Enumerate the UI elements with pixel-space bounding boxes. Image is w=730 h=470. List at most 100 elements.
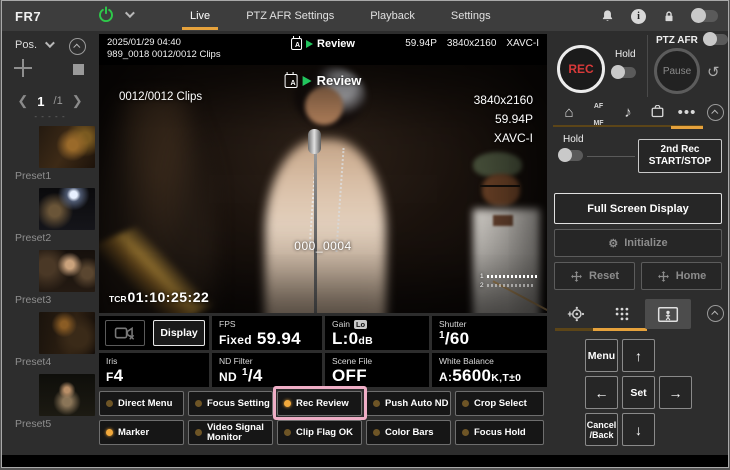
scene-file-setting[interactable]: Scene File OFF	[325, 353, 429, 387]
marker-button[interactable]: Marker	[99, 420, 184, 445]
full-screen-display-button[interactable]: Full Screen Display	[554, 193, 722, 224]
status-dot	[373, 400, 380, 407]
preset4-thumbnail[interactable]	[39, 312, 95, 354]
home-tab-icon[interactable]: ⌂	[557, 104, 581, 121]
left-arrow-icon: ←	[595, 385, 609, 401]
status-dot	[195, 429, 202, 436]
focus-hold-button[interactable]: Focus Hold	[455, 420, 544, 445]
down-arrow-icon: ↓	[635, 422, 642, 438]
up-arrow-button[interactable]: ↑	[622, 339, 655, 372]
audio-ch2-bar	[487, 284, 533, 287]
tab-ptz-afr-settings[interactable]: PTZ AFR Settings	[228, 1, 352, 31]
pager-next-icon[interactable]: ❯	[72, 93, 83, 109]
audio-level-meter: 1 2	[480, 273, 537, 291]
device-title: FR7	[15, 9, 41, 24]
power-icon[interactable]	[97, 5, 115, 23]
pause-button[interactable]: Pause	[654, 48, 700, 94]
focus-setting-button[interactable]: Focus Setting	[188, 391, 273, 416]
preset3-thumbnail[interactable]	[39, 250, 95, 292]
menu-button[interactable]: Menu	[585, 339, 618, 372]
power-menu-chevron-icon[interactable]	[125, 8, 135, 18]
af-mf-tab-icon[interactable]: AFMF	[587, 95, 611, 129]
preset2-thumbnail[interactable]	[39, 188, 95, 230]
position-dropdown-label: Pos.	[15, 39, 37, 51]
sidebar-collapse-icon[interactable]	[69, 38, 86, 55]
gain-setting[interactable]: GainLo L:0dB	[325, 316, 429, 350]
nd-filter-setting[interactable]: ND Filter ND 1/4	[212, 353, 322, 387]
overlay-resolution: 3840x2160	[474, 91, 533, 110]
notification-bell-icon[interactable]	[600, 8, 615, 24]
status-dot	[284, 429, 291, 436]
framing-mode-icon[interactable]	[645, 299, 691, 329]
cancel-back-button[interactable]: Cancel/Back	[585, 413, 618, 446]
lock-toggle[interactable]	[692, 10, 718, 22]
delete-preset-icon[interactable]	[73, 64, 84, 75]
fps-setting[interactable]: FPS Fixed 59.94	[212, 316, 322, 350]
down-arrow-button[interactable]: ↓	[622, 413, 655, 446]
ptz-afr-label: PTZ AFR	[656, 35, 698, 46]
initialize-button[interactable]: ⚙ Initialize	[554, 229, 722, 257]
tab-playback[interactable]: Playback	[352, 1, 433, 31]
status-dot	[284, 400, 291, 407]
lock-icon[interactable]	[662, 9, 676, 24]
gain-lo-badge: Lo	[354, 320, 367, 329]
dpad-collapse-icon[interactable]	[707, 305, 724, 322]
play-icon	[303, 76, 312, 86]
status-dot	[106, 400, 113, 407]
media-tab-icon[interactable]	[646, 105, 670, 119]
video-signal-monitor-button[interactable]: Video Signal Monitor	[188, 420, 273, 445]
iris-setting[interactable]: Iris F4	[99, 353, 209, 387]
color-bars-button[interactable]: Color Bars	[366, 420, 451, 445]
overlay-review-label: Review	[317, 73, 362, 88]
crop-select-button[interactable]: Crop Select	[455, 391, 544, 416]
restart-icon[interactable]: ↺	[707, 63, 720, 81]
right-arrow-button[interactable]: →	[659, 376, 692, 409]
header-resolution: 3840x2160	[447, 38, 497, 49]
rec-hold-toggle[interactable]	[612, 67, 636, 78]
reset-button[interactable]: Reset	[554, 262, 635, 290]
ptz-afr-toggle[interactable]	[704, 34, 728, 45]
shutter-setting[interactable]: Shutter 1/60	[432, 316, 547, 350]
left-arrow-button[interactable]: ←	[585, 376, 618, 409]
video-monitor[interactable]: 0012/0012 Clips Review 3840x2160 59.94P …	[99, 65, 547, 313]
second-rec-hold-toggle[interactable]	[559, 150, 583, 161]
set-button[interactable]: Set	[622, 376, 655, 409]
tab-settings[interactable]: Settings	[433, 1, 509, 31]
add-preset-icon[interactable]	[14, 59, 32, 77]
panel-icon-tabs: ⌂ AFMF ♪ •••	[553, 99, 703, 127]
second-rec-start-stop-button[interactable]: 2nd Rec START/STOP	[638, 139, 722, 173]
keypad-mode-icon[interactable]	[599, 299, 645, 329]
audio-ch1-label: 1	[480, 273, 484, 280]
clip-flag-ok-button[interactable]: Clip Flag OK	[277, 420, 362, 445]
rec-review-button[interactable]: Rec Review	[277, 391, 362, 416]
header-review-label: Review	[317, 38, 355, 50]
second-rec-hold-label: Hold	[563, 134, 584, 145]
overlay-clip-name: 000_0004	[294, 239, 351, 253]
direct-menu-button[interactable]: Direct Menu	[99, 391, 184, 416]
preset-pager: ❮ 1 /1 ❯ - - - - -	[2, 93, 98, 121]
rec-button[interactable]: REC	[557, 45, 605, 93]
header-codec: XAVC-I	[506, 38, 539, 49]
panel-collapse-icon[interactable]	[707, 104, 724, 121]
display-button[interactable]: Display	[153, 320, 205, 346]
more-tab-icon[interactable]: •••	[675, 104, 699, 121]
status-dot	[106, 429, 113, 436]
timecode-type-label: TCR	[109, 294, 126, 304]
tab-live[interactable]: Live	[172, 1, 228, 31]
header-fps: 59.94P	[405, 38, 437, 49]
preset1-thumbnail[interactable]	[39, 126, 95, 168]
white-balance-setting[interactable]: White Balance A:5600K,T±0	[432, 353, 547, 387]
preset-label: Preset4	[15, 356, 51, 368]
pager-prev-icon[interactable]: ❮	[17, 93, 28, 109]
joystick-mode-icon[interactable]	[553, 299, 599, 329]
info-icon[interactable]	[631, 9, 646, 24]
home-position-button[interactable]: Home	[641, 262, 722, 290]
audio-tab-icon[interactable]: ♪	[616, 104, 640, 121]
pan-tilt-move-icon	[570, 270, 583, 283]
video-mute-button[interactable]	[105, 320, 145, 346]
preset5-thumbnail[interactable]	[39, 374, 95, 416]
right-arrow-icon: →	[669, 385, 683, 401]
overlay-fps: 59.94P	[474, 110, 533, 129]
position-dropdown-chevron-icon[interactable]	[45, 38, 55, 48]
push-auto-nd-button[interactable]: Push Auto ND	[366, 391, 451, 416]
